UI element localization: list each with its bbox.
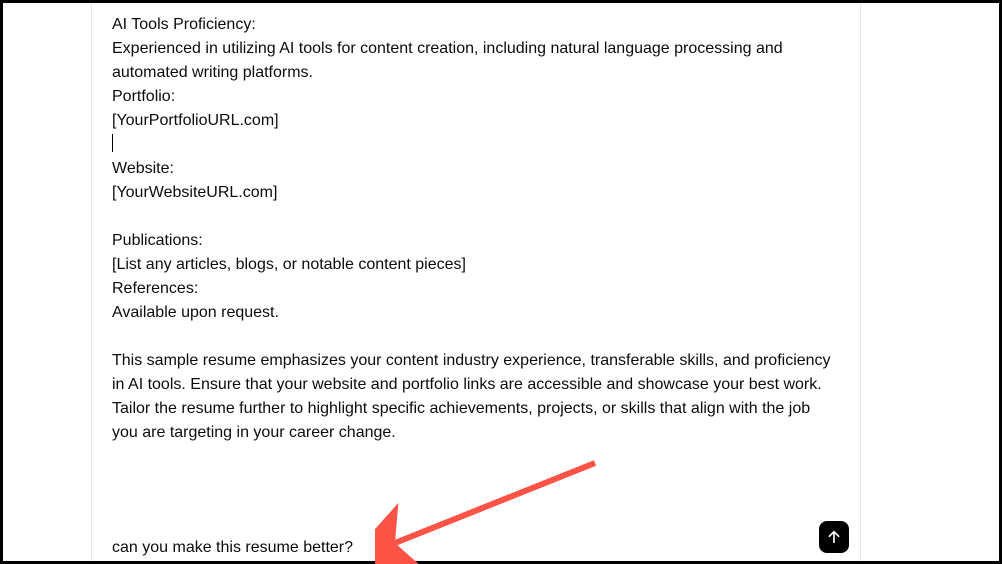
cursor-line: [112, 133, 840, 157]
send-button[interactable]: [819, 521, 849, 553]
blank-line: [112, 325, 840, 349]
arrow-up-icon: [826, 529, 842, 545]
msg-line: AI Tools Proficiency:: [112, 13, 840, 37]
app-frame: AI Tools Proficiency: Experienced in uti…: [0, 0, 1002, 564]
msg-line: References:: [112, 277, 840, 301]
user-prompt-input[interactable]: can you make this resume better?: [112, 539, 353, 557]
assistant-message: AI Tools Proficiency: Experienced in uti…: [112, 13, 840, 445]
msg-line: [List any articles, blogs, or notable co…: [112, 253, 840, 277]
text-cursor: [112, 134, 113, 152]
msg-line: Website:: [112, 157, 840, 181]
chat-column: AI Tools Proficiency: Experienced in uti…: [91, 3, 861, 561]
blank-line: [112, 205, 840, 229]
msg-line: Publications:: [112, 229, 840, 253]
msg-line: Experienced in utilizing AI tools for co…: [112, 37, 840, 85]
msg-line: This sample resume emphasizes your conte…: [112, 349, 840, 445]
msg-line: Available upon request.: [112, 301, 840, 325]
msg-line: [YourWebsiteURL.com]: [112, 181, 840, 205]
msg-line: [YourPortfolioURL.com]: [112, 109, 840, 133]
msg-line: Portfolio:: [112, 85, 840, 109]
